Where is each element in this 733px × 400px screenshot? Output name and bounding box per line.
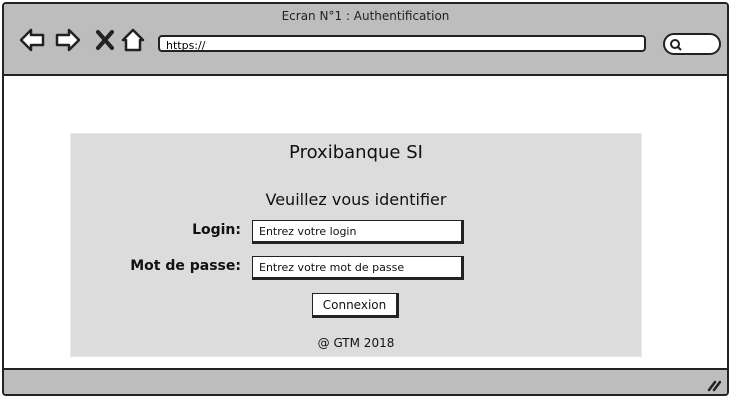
login-instruction: Veuillez vous identifier: [265, 190, 447, 209]
resize-handle-icon[interactable]: [705, 376, 721, 392]
search-box[interactable]: [663, 33, 721, 55]
footer-copyright: @ GTM 2018: [317, 336, 395, 350]
status-bar: [4, 368, 727, 394]
browser-toolbar: Ecran N°1 : Authentification https://: [4, 4, 727, 76]
connexion-button[interactable]: Connexion: [312, 293, 399, 318]
login-label: Login:: [192, 222, 241, 238]
close-x-icon[interactable]: [92, 26, 120, 54]
login-input[interactable]: [252, 220, 464, 244]
browser-window: Ecran N°1 : Authentification https:// Pr…: [2, 2, 729, 396]
login-panel: Proxibanque SI Veuillez vous identifier …: [70, 133, 642, 357]
app-name: Proxibanque SI: [289, 142, 423, 163]
url-bar[interactable]: https://: [158, 35, 646, 52]
page-content: Proxibanque SI Veuillez vous identifier …: [4, 76, 727, 372]
password-label: Mot de passe:: [130, 258, 241, 274]
back-arrow-icon[interactable]: [18, 26, 46, 54]
home-icon[interactable]: [120, 26, 148, 54]
search-icon: [670, 39, 682, 51]
window-title: Ecran N°1 : Authentification: [281, 9, 450, 23]
forward-arrow-icon[interactable]: [54, 26, 82, 54]
password-input[interactable]: [252, 256, 464, 280]
